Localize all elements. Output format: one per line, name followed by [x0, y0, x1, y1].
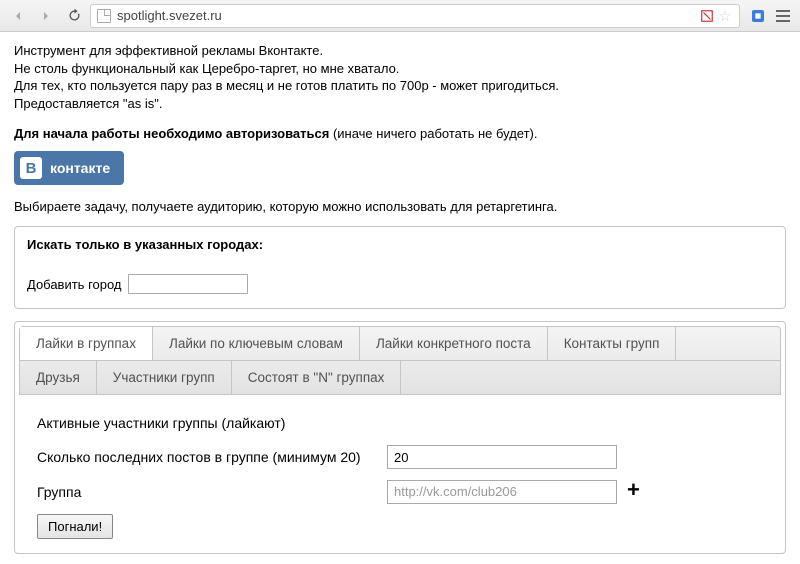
reload-button[interactable] — [62, 4, 86, 28]
intro-line-4: Предоставляется "as is". — [14, 95, 786, 113]
subhead-text: Выбираете задачу, получаете аудиторию, к… — [14, 199, 786, 214]
posts-count-row: Сколько последних постов в группе (миним… — [37, 445, 763, 469]
group-label: Группа — [37, 484, 377, 500]
add-city-label: Добавить город — [27, 277, 122, 292]
address-bar[interactable]: spotlight.svezet.ru ☆ — [90, 4, 740, 28]
posts-count-input[interactable] — [387, 445, 617, 469]
tab-group-members[interactable]: Участники групп — [97, 361, 232, 394]
bookmark-star-icon[interactable]: ☆ — [717, 8, 733, 24]
auth-prompt-bold: Для начала работы необходимо авторизоват… — [14, 126, 329, 141]
extension-icon[interactable] — [748, 6, 768, 26]
intro-line-3: Для тех, кто пользуется пару раз в месяц… — [14, 77, 786, 95]
vk-login-button[interactable]: В контакте — [14, 151, 124, 185]
tabs-container: Лайки в группах Лайки по ключевым словам… — [14, 321, 786, 554]
posts-count-label: Сколько последних постов в группе (миним… — [37, 449, 377, 465]
add-group-icon[interactable]: + — [627, 479, 640, 504]
intro-text: Инструмент для эффективной рекламы Вконт… — [14, 42, 786, 112]
forward-button[interactable] — [34, 4, 58, 28]
auth-prompt-rest: (иначе ничего работать не будет). — [329, 126, 537, 141]
add-city-row: Добавить город — [27, 274, 773, 294]
city-filter-box: Искать только в указанных городах: Добав… — [14, 226, 786, 309]
tab-in-n-groups[interactable]: Состоят в "N" группах — [232, 361, 402, 394]
panel-heading: Активные участники группы (лайкают) — [37, 415, 763, 431]
city-filter-heading: Искать только в указанных городах: — [27, 237, 773, 252]
tab-friends[interactable]: Друзья — [20, 361, 97, 394]
intro-line-2: Не столь функциональный как Церебро-тарг… — [14, 60, 786, 78]
group-url-input[interactable] — [387, 480, 617, 504]
site-warning-icon[interactable] — [699, 8, 715, 24]
add-city-input[interactable] — [128, 274, 248, 294]
go-button[interactable]: Погнали! — [37, 514, 113, 539]
tab-likes-of-post[interactable]: Лайки конкретного поста — [360, 327, 548, 360]
back-button[interactable] — [6, 4, 30, 28]
vk-logo-icon: В — [20, 157, 42, 179]
page-icon — [97, 9, 111, 23]
auth-prompt: Для начала работы необходимо авторизоват… — [14, 126, 786, 141]
group-row: Группа + — [37, 479, 763, 504]
browser-menu-icon[interactable] — [772, 5, 794, 27]
url-text: spotlight.svezet.ru — [117, 8, 222, 23]
tab-group-contacts[interactable]: Контакты групп — [548, 327, 677, 360]
browser-toolbar: spotlight.svezet.ru ☆ — [0, 0, 800, 32]
tab-likes-by-keywords[interactable]: Лайки по ключевым словам — [153, 327, 360, 360]
vk-login-label: контакте — [50, 160, 110, 176]
tab-content: Активные участники группы (лайкают) Скол… — [19, 395, 781, 539]
page-body: Инструмент для эффективной рекламы Вконт… — [0, 32, 800, 564]
tabstrip: Лайки в группах Лайки по ключевым словам… — [19, 326, 781, 395]
tab-likes-in-groups[interactable]: Лайки в группах — [20, 327, 153, 361]
intro-line-1: Инструмент для эффективной рекламы Вконт… — [14, 42, 786, 60]
